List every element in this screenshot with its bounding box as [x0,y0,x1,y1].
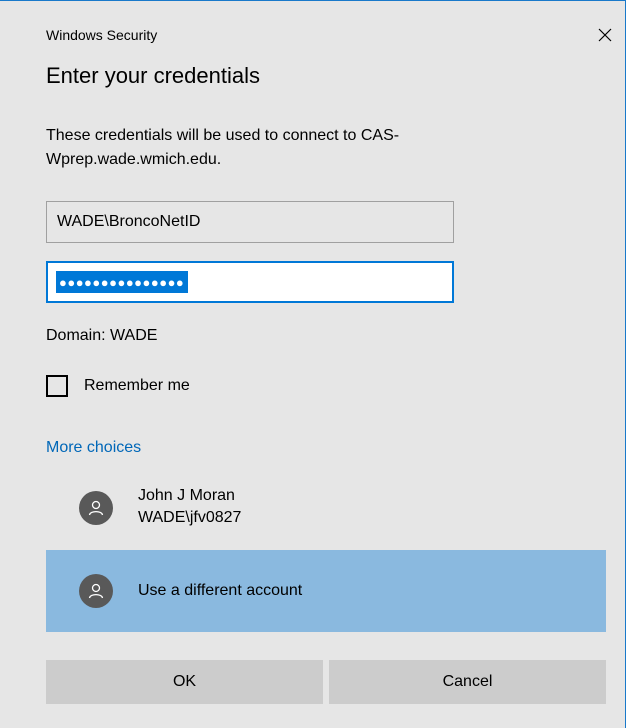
window-title: Windows Security [46,27,158,43]
account-name: Use a different account [138,582,303,599]
close-icon [598,28,612,42]
close-button[interactable] [590,21,620,49]
account-text: John J Moran WADE\jfv0827 [138,485,241,529]
domain-label: Domain: WADE [46,327,158,344]
ok-button[interactable]: OK [46,660,323,704]
password-field[interactable]: ●●●●●●●●●●●●●●● [46,261,454,303]
account-option-john-moran[interactable]: John J Moran WADE\jfv0827 [46,479,606,543]
checkbox-box[interactable] [46,375,68,397]
cancel-button[interactable]: Cancel [329,660,606,704]
account-text: Use a different account [138,580,302,602]
user-icon [79,574,113,608]
password-masked-text: ●●●●●●●●●●●●●●● [56,271,189,293]
account-name: John J Moran [138,487,235,504]
account-option-different-account[interactable]: Use a different account [46,550,606,632]
dialog-heading: Enter your credentials [46,63,260,88]
remember-me-label: Remember me [84,377,190,394]
username-field[interactable]: WADE\BroncoNetID [46,201,454,243]
dialog-message: These credentials will be used to connec… [46,127,400,168]
more-choices-link[interactable]: More choices [46,439,141,457]
account-username: WADE\jfv0827 [138,509,242,526]
remember-me-checkbox[interactable]: Remember me [46,373,190,399]
credentials-dialog: Windows Security Enter your credentials … [0,0,626,728]
user-icon [79,491,113,525]
